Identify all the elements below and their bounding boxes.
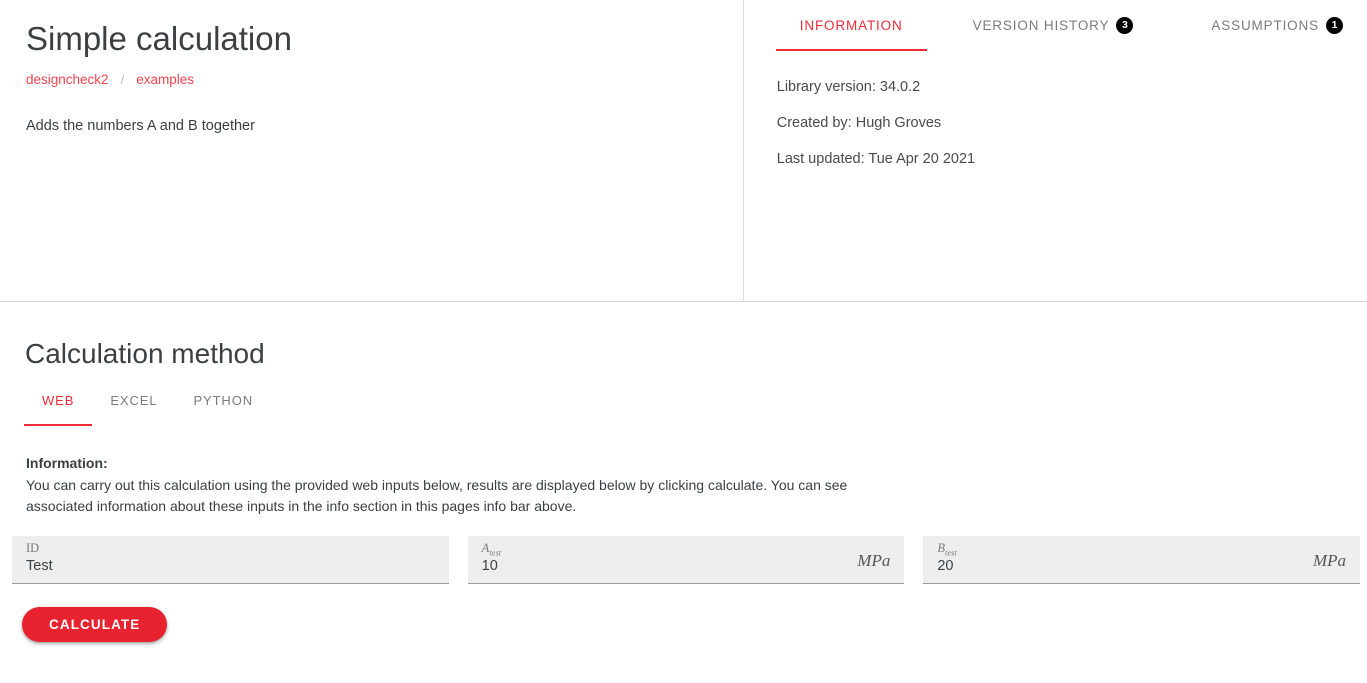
field-a-test-label: Atest (482, 542, 891, 558)
field-b-test-unit: MPa (1312, 551, 1347, 570)
tab-assumptions[interactable]: ASSUMPTIONS 1 (1187, 0, 1367, 51)
field-a-test-unit: MPa (857, 551, 891, 570)
breadcrumb-item-designcheck2[interactable]: designcheck2 (26, 72, 109, 88)
breadcrumb-separator: / (120, 72, 125, 87)
tab-python[interactable]: PYTHON (175, 393, 271, 426)
last-updated-text: Last updated: Tue Apr 20 2021 (776, 151, 976, 167)
method-information-heading: Information: (26, 455, 108, 471)
field-a-test[interactable]: Atest MPa (467, 536, 905, 584)
method-tablist: WEB EXCEL PYTHON (0, 393, 1367, 426)
field-id[interactable]: ID (12, 536, 449, 584)
method-information-block: Information: You can carry out this calc… (0, 426, 900, 517)
tab-information[interactable]: INFORMATION (775, 0, 927, 51)
field-a-test-input[interactable] (481, 556, 891, 576)
method-information-paragraph: You can carry out this calculation using… (26, 477, 848, 514)
breadcrumb: designcheck2 / examples (26, 72, 717, 88)
tab-version-history[interactable]: VERSION HISTORY 3 (927, 0, 1188, 51)
tab-excel[interactable]: EXCEL (92, 393, 175, 426)
field-b-test-label-base: B (937, 541, 945, 555)
field-b-test[interactable]: Btest MPa (923, 536, 1361, 584)
info-panel-body: Library version: 34.0.2 Created by: Hugh… (744, 51, 1367, 168)
top-section: Simple calculation designcheck2 / exampl… (0, 0, 1367, 302)
tab-python-label: PYTHON (193, 393, 254, 408)
tab-assumptions-label: ASSUMPTIONS (1211, 18, 1319, 33)
calculation-page: Simple calculation designcheck2 / exampl… (0, 0, 1367, 683)
info-panel: INFORMATION VERSION HISTORY 3 ASSUMPTION… (744, 0, 1367, 301)
breadcrumb-item-examples[interactable]: examples (136, 72, 194, 88)
created-by-text: Created by: Hugh Groves (776, 115, 942, 131)
field-id-input[interactable] (26, 556, 435, 576)
assumptions-badge: 1 (1326, 17, 1343, 34)
tab-version-history-label: VERSION HISTORY (972, 18, 1110, 33)
page-title: Simple calculation (26, 20, 292, 57)
calculate-button-wrapper: CALCULATE (0, 584, 1367, 642)
field-b-test-label: Btest (937, 541, 1346, 558)
calculation-description: Adds the numbers A and B together (26, 118, 255, 134)
tab-information-label: INFORMATION (799, 18, 903, 33)
version-history-badge: 3 (1116, 17, 1134, 34)
method-title: Calculation method (25, 338, 265, 369)
calculate-button[interactable]: CALCULATE (22, 607, 168, 642)
calculation-method-section: Calculation method WEB EXCEL PYTHON Info… (0, 302, 1367, 683)
tab-web[interactable]: WEB (24, 393, 93, 426)
library-version-text: Library version: 34.0.2 (776, 79, 921, 95)
inputs-row: ID Atest MPa Btest MPa (0, 517, 1367, 584)
info-tablist: INFORMATION VERSION HISTORY 3 ASSUMPTION… (744, 0, 1367, 51)
overview-panel: Simple calculation designcheck2 / exampl… (0, 0, 744, 301)
field-id-label: ID (26, 541, 40, 555)
tab-excel-label: EXCEL (110, 393, 158, 408)
field-b-test-input[interactable] (937, 556, 1347, 576)
tab-web-label: WEB (42, 393, 75, 408)
